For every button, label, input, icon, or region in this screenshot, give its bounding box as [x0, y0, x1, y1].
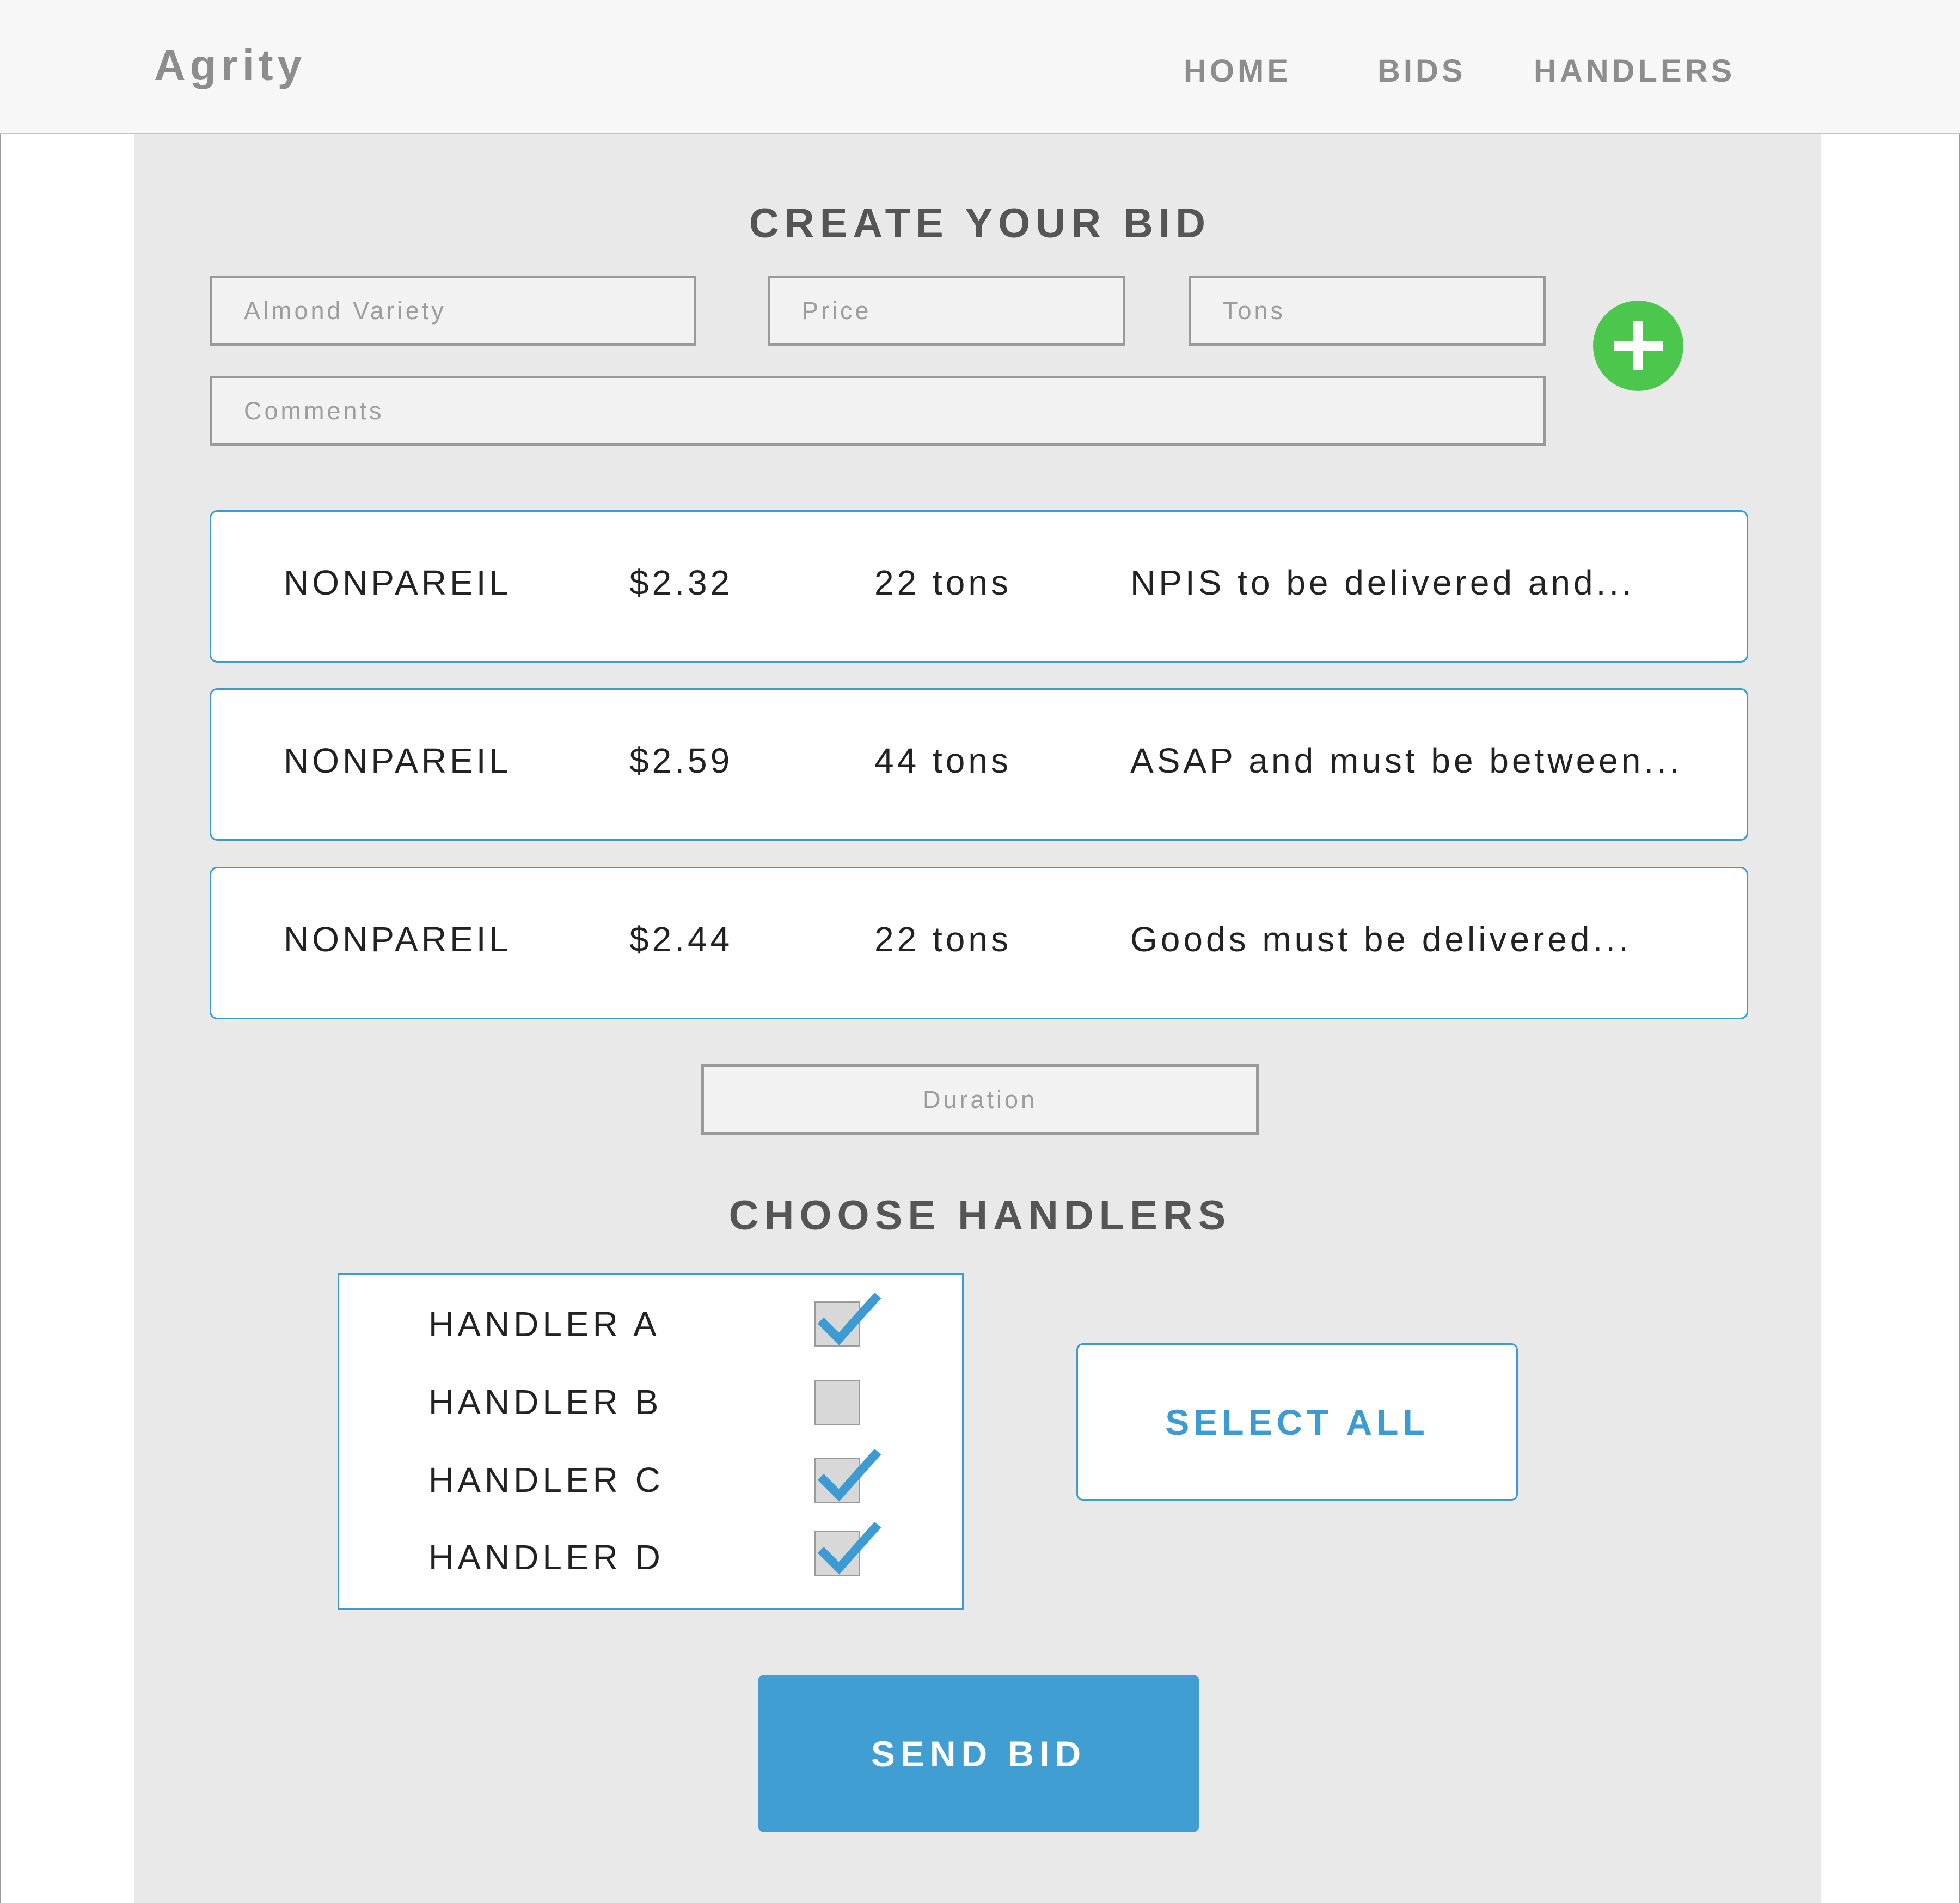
- logo: Agrity: [154, 41, 307, 89]
- bid-row[interactable]: NONPAREIL $2.44 22 tons Goods must be de…: [210, 867, 1748, 1019]
- select-all-button[interactable]: SELECT ALL: [1076, 1343, 1518, 1501]
- frame-left-border: [0, 134, 1, 1903]
- handler-a-checkbox[interactable]: [814, 1292, 881, 1347]
- send-bid-button[interactable]: SEND BID: [758, 1675, 1199, 1832]
- bid-tons: 22 tons: [874, 920, 1012, 959]
- bid-price: $2.59: [629, 741, 733, 780]
- top-nav: Agrity HOME BIDS HANDLERS: [0, 0, 1960, 134]
- handler-b-checkbox[interactable]: [814, 1380, 860, 1425]
- bid-comment: ASAP and must be between...: [1130, 741, 1683, 780]
- bid-variety: NONPAREIL: [284, 920, 512, 959]
- almond-variety-input[interactable]: [210, 276, 696, 346]
- create-bid-heading: CREATE YOUR BID: [749, 200, 1211, 247]
- bid-comment: Goods must be delivered...: [1130, 920, 1632, 959]
- comments-input[interactable]: [210, 376, 1546, 446]
- choose-handlers-heading: CHOOSE HANDLERS: [728, 1192, 1232, 1239]
- checkmark-icon: [817, 1292, 881, 1345]
- bid-price: $2.32: [629, 563, 733, 602]
- handler-list: HANDLER A HANDLER B HANDLER C HANDLER D: [338, 1273, 964, 1610]
- bid-tons: 22 tons: [874, 563, 1012, 602]
- checkmark-icon: [817, 1521, 881, 1575]
- handler-label: HANDLER A: [428, 1305, 660, 1344]
- bid-row[interactable]: NONPAREIL $2.59 44 tons ASAP and must be…: [210, 688, 1748, 841]
- tons-input[interactable]: [1189, 276, 1546, 346]
- bid-variety: NONPAREIL: [284, 741, 512, 780]
- add-bid-button[interactable]: [1593, 301, 1683, 391]
- handler-d-checkbox[interactable]: [814, 1521, 881, 1576]
- duration-input[interactable]: [701, 1064, 1259, 1135]
- bid-variety: NONPAREIL: [284, 563, 512, 602]
- bid-row[interactable]: NONPAREIL $2.32 22 tons NPIS to be deliv…: [210, 510, 1748, 663]
- nav-link-home[interactable]: HOME: [1184, 56, 1291, 87]
- handler-label: HANDLER D: [428, 1538, 664, 1577]
- checkmark-icon: [817, 1448, 881, 1502]
- handler-label: HANDLER C: [428, 1460, 664, 1500]
- bid-price: $2.44: [629, 920, 733, 959]
- bid-comment: NPIS to be delivered and...: [1130, 563, 1635, 602]
- price-input[interactable]: [768, 276, 1125, 346]
- handler-label: HANDLER B: [428, 1382, 663, 1422]
- nav-link-bids[interactable]: BIDS: [1377, 56, 1466, 87]
- handler-c-checkbox[interactable]: [814, 1448, 881, 1503]
- nav-link-handlers[interactable]: HANDLERS: [1534, 56, 1735, 87]
- bid-tons: 44 tons: [874, 741, 1012, 780]
